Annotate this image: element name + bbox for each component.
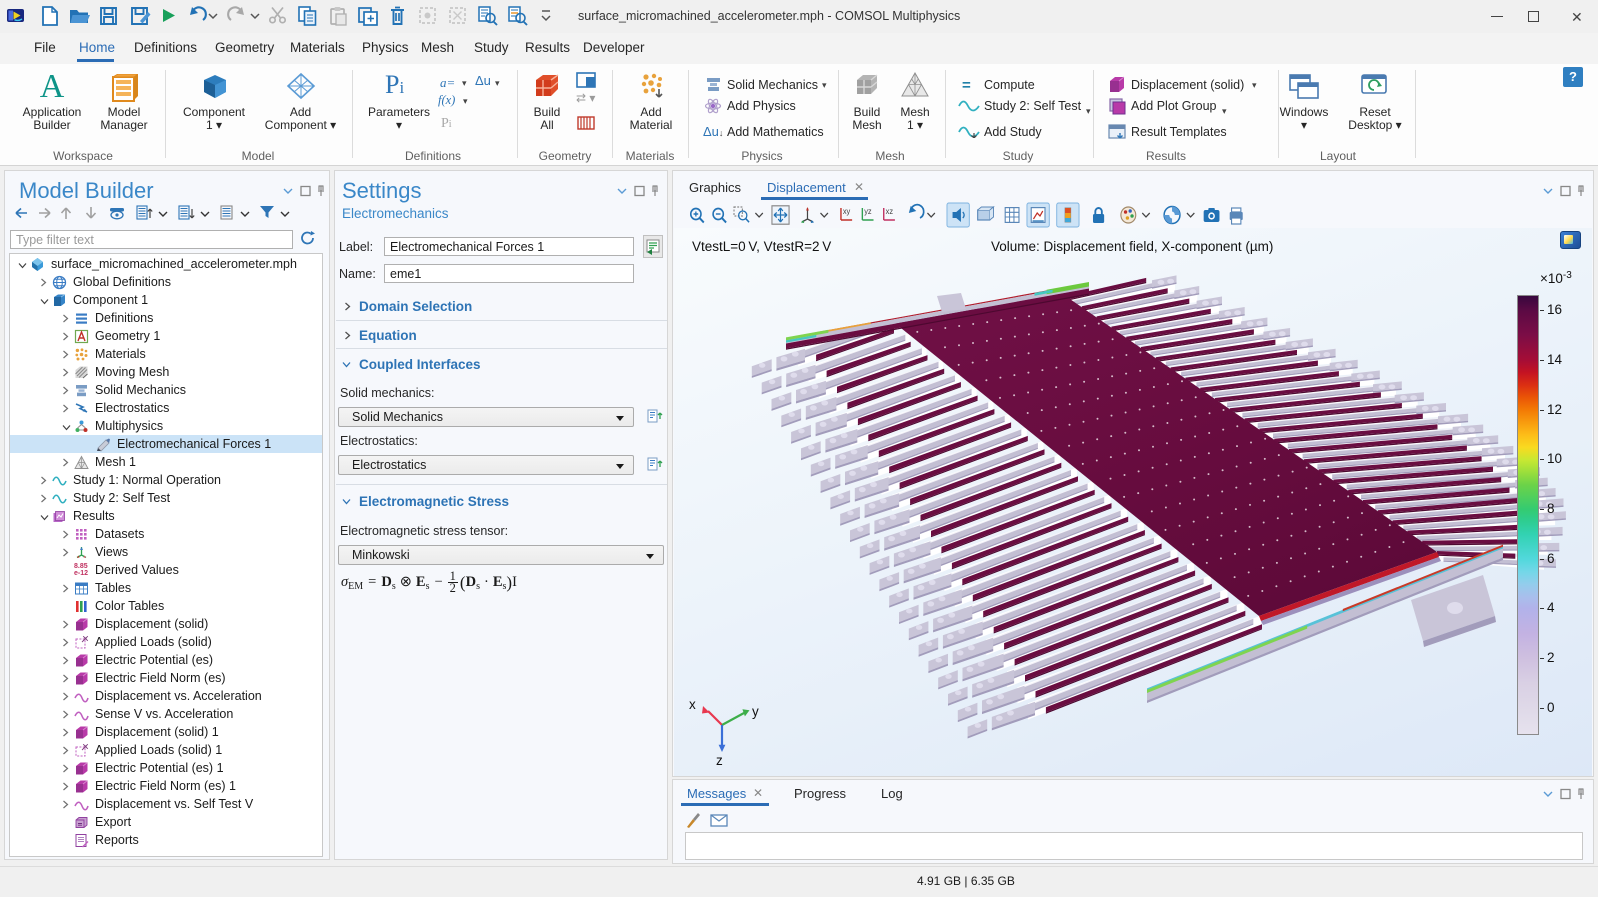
svg-text:xz: xz — [886, 207, 894, 216]
svg-text:xy: xy — [843, 207, 851, 216]
svg-text:x: x — [689, 697, 696, 712]
svg-text:y: y — [752, 704, 759, 719]
svg-text:z: z — [716, 753, 723, 768]
svg-text:yz: yz — [864, 207, 872, 216]
